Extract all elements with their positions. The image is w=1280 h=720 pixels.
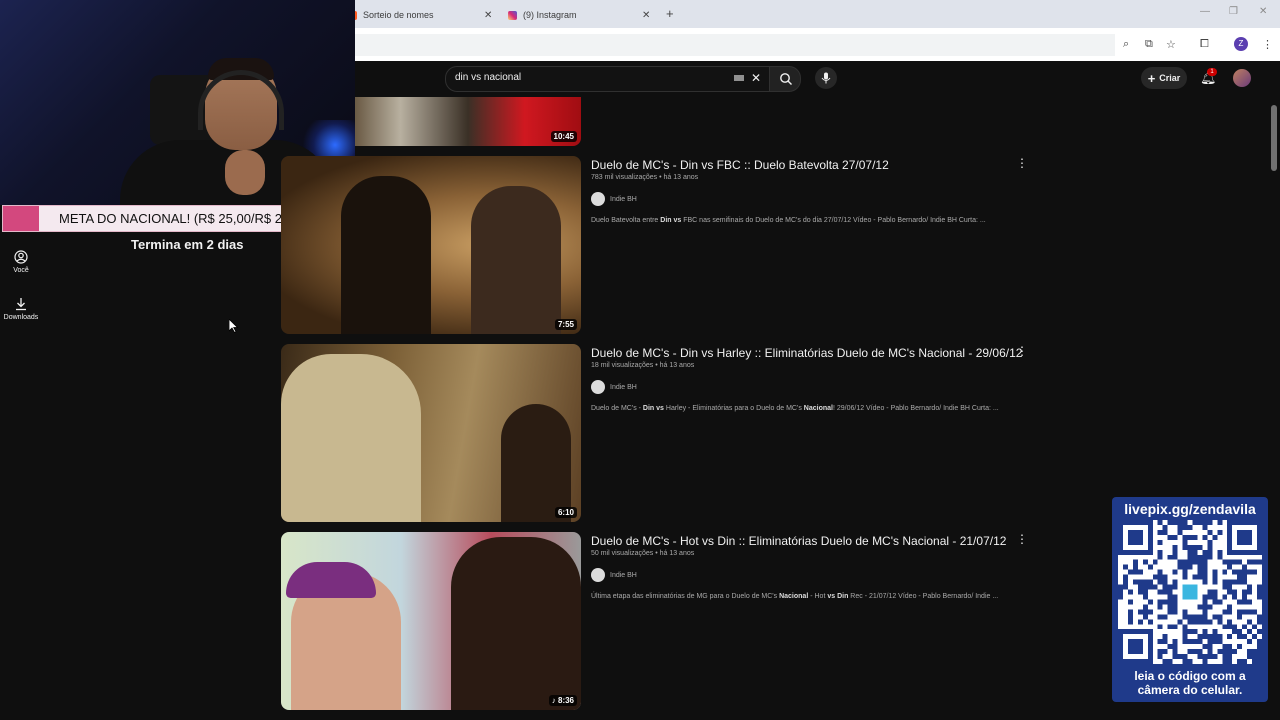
create-label: Criar [1159,73,1181,83]
tab-instagram[interactable]: (9) Instagram ✕ [508,4,658,26]
user-circle-icon [7,250,35,267]
qr-caption-line2: câmera do celular. [1137,683,1243,697]
clear-search-icon[interactable]: ✕ [751,71,761,85]
thumb-figure [281,354,421,522]
thumb-cap [286,562,376,598]
bookmark-star-icon[interactable]: ☆ [1166,38,1176,51]
more-actions-icon[interactable]: ⋮ [1016,344,1028,358]
video-views: 50 mil visualizações [591,550,654,557]
video-metadata: 783 mil visualizações • há 13 anos [591,174,699,181]
thumb-figure [451,537,581,710]
donation-goal-text: META DO NACIONAL! (R$ 25,00/R$ 250,00) [59,211,319,226]
channel-name[interactable]: Indie BH [610,196,637,203]
qr-url: livepix.gg/zendavila [1124,501,1256,517]
video-thumbnail[interactable]: 10:45 [355,97,581,146]
extensions-icon[interactable]: ⧠ [1200,38,1209,51]
channel-avatar[interactable] [591,380,605,394]
video-duration: ♪ 8:36 [548,695,577,706]
video-metadata: 50 mil visualizações • há 13 anos [591,550,695,557]
tab-label: (9) Instagram [523,10,577,20]
qr-caption: leia o código com a câmera do celular. [1112,669,1268,697]
address-bar[interactable] [355,34,1115,56]
sidebar-item-downloads[interactable]: Downloads [4,297,41,321]
plus-icon: + [1147,70,1156,86]
more-actions-icon[interactable]: ⋮ [1016,532,1028,546]
video-title[interactable]: Duelo de MC's - Din vs FBC :: Duelo Bate… [591,158,889,172]
maximize-button[interactable]: ❐ [1229,6,1238,17]
profile-avatar[interactable]: Z [1234,37,1248,51]
webcam-streamer-hand [225,150,265,195]
notification-badge: 1 [1207,68,1217,76]
search-icon [780,73,792,85]
channel-name[interactable]: Indie BH [610,384,637,391]
microphone-icon [821,72,831,84]
video-title[interactable]: Duelo de MC's - Din vs Harley :: Elimina… [591,346,1022,360]
thumb-figure [341,176,431,334]
more-actions-icon[interactable]: ⋮ [1016,156,1028,170]
close-tab-icon[interactable]: ✕ [484,10,492,21]
video-age: há 13 anos [663,174,699,181]
video-thumbnail[interactable]: 7:55 [281,156,581,334]
video-description: Última etapa das eliminatórias de MG par… [591,593,999,600]
new-tab-button[interactable]: + [666,6,674,21]
video-duration: 7:55 [554,319,577,330]
thumb-figure [501,404,571,522]
zoom-icon[interactable]: ⌕ [1123,38,1129,51]
video-views: 783 mil visualizações [591,174,658,181]
video-title[interactable]: Duelo de MC's - Hot vs Din :: Eliminatór… [591,534,1006,548]
video-duration: 10:45 [550,131,577,142]
mouse-cursor-icon [229,319,239,333]
video-thumbnail[interactable]: 6:10 [281,344,581,522]
qr-caption-line1: leia o código com a [1134,669,1246,683]
close-window-button[interactable]: ✕ [1259,6,1267,17]
download-icon [7,297,35,314]
thumb-figure [471,186,561,334]
donation-goal-progress [3,206,39,231]
close-tab-icon[interactable]: ✕ [642,10,650,21]
video-description: Duelo de MC's - Din vs Harley - Eliminat… [591,405,999,412]
instagram-favicon-icon [508,10,517,20]
video-age: há 13 anos [659,550,695,557]
channel-avatar[interactable] [591,568,605,582]
donation-goal-deadline: Termina em 2 dias [131,237,244,252]
page-scrollbar[interactable] [1271,105,1277,171]
install-app-icon[interactable]: ⧉ [1145,38,1153,51]
channel-name[interactable]: Indie BH [610,572,637,579]
voice-search-button[interactable] [815,67,837,89]
sidebar-item-label: Você [13,267,29,274]
create-button[interactable]: + Criar [1141,67,1187,89]
qr-code-image [1118,520,1262,664]
video-duration: 6:10 [554,507,577,518]
browser-menu-icon[interactable]: ⋮ [1262,38,1273,51]
minimize-button[interactable]: — [1200,6,1210,17]
video-views: 18 mil visualizações [591,362,654,369]
search-button[interactable] [769,66,801,92]
video-thumbnail[interactable]: ♪ 8:36 [281,532,581,710]
keyboard-icon[interactable] [734,75,744,81]
account-avatar[interactable] [1233,69,1251,87]
sidebar-item-voce[interactable]: Você [7,250,41,274]
search-query: din vs nacional [455,72,522,83]
video-age: há 13 anos [659,362,695,369]
video-metadata: 18 mil visualizações • há 13 anos [591,362,695,369]
video-description: Duelo Batevolta entre Din vs FBC nas sem… [591,217,986,224]
tab-label: Sorteio de nomes [363,10,434,20]
channel-avatar[interactable] [591,192,605,206]
tab-sorteio[interactable]: Sorteio de nomes ✕ [352,4,502,26]
sidebar-item-label: Downloads [3,314,39,321]
